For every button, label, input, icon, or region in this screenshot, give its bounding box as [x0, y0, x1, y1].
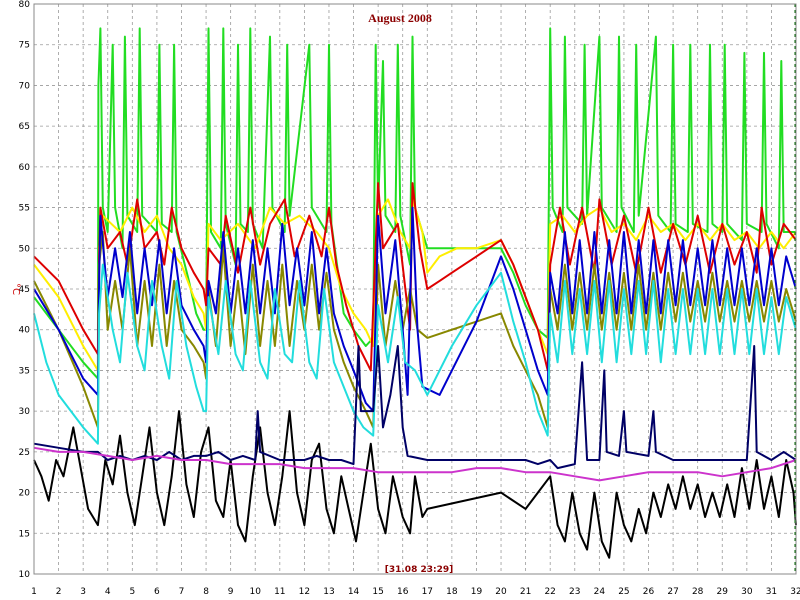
- x-tick-label: 9: [228, 587, 234, 597]
- x-tick-label: 17: [422, 587, 433, 597]
- x-tick-label: 18: [446, 587, 458, 597]
- x-tick-label: 21: [520, 587, 531, 597]
- x-tick-label: 24: [594, 587, 606, 597]
- x-tick-label: 6: [154, 587, 160, 597]
- y-tick-label: 15: [19, 529, 30, 539]
- x-tick-label: 27: [667, 587, 678, 597]
- x-tick-label: 10: [249, 587, 261, 597]
- x-tick-label: 30: [741, 587, 753, 597]
- x-tick-label: 1: [31, 587, 37, 597]
- x-tick-label: 3: [80, 587, 86, 597]
- x-tick-label: 16: [397, 587, 409, 597]
- x-tick-label: 23: [569, 587, 580, 597]
- x-tick-label: 13: [323, 587, 334, 597]
- y-tick-label: 65: [19, 122, 30, 132]
- y-tick-label: 80: [19, 0, 31, 10]
- x-tick-label: 19: [471, 587, 483, 597]
- x-tick-label: 20: [495, 587, 507, 597]
- y-tick-label: 70: [19, 81, 31, 91]
- y-axis-label: °C: [10, 283, 21, 295]
- x-tick-label: 11: [274, 587, 285, 597]
- temperature-chart: 1 2 3 4 5 6 7 8 9 10 11 12 13 14 15 16 17 18 19 20 21 22 23 24 2…: [10, 0, 800, 597]
- x-tick-label: 26: [643, 587, 655, 597]
- x-tick-label: 7: [179, 587, 185, 597]
- x-tick-label: 22: [544, 587, 555, 597]
- x-tick-label: 25: [618, 587, 629, 597]
- y-tick-label: 40: [19, 326, 31, 336]
- y-tick-label: 55: [19, 204, 30, 214]
- x-tick-label: 2: [56, 587, 62, 597]
- x-tick-label: 14: [348, 587, 360, 597]
- y-tick-label: 30: [19, 407, 31, 417]
- chart-root: 1 2 3 4 5 6 7 8 9 10 11 12 13 14 15 16 17 18 19 20 21 22 23 24 2…: [0, 0, 800, 600]
- x-tick-label: 4: [105, 587, 111, 597]
- x-tick-label: 29: [717, 587, 729, 597]
- y-tick-label: 25: [19, 448, 30, 458]
- y-tick-label: 60: [19, 163, 31, 173]
- x-tick-label: 15: [372, 587, 383, 597]
- x-tick-label: 8: [203, 587, 209, 597]
- x-tick-label: 31: [766, 587, 777, 597]
- y-tick-label: 75: [19, 41, 30, 51]
- x-tick-label: 32: [790, 587, 800, 597]
- y-tick-label: 50: [19, 244, 31, 254]
- x-tick-label: 28: [692, 587, 704, 597]
- x-tick-label: 5: [129, 587, 135, 597]
- timestamp-label: [31.08 23:29]: [385, 565, 453, 575]
- y-tick-label: 10: [19, 570, 31, 580]
- chart-title: August 2008: [368, 11, 432, 25]
- x-tick-label: 12: [299, 587, 310, 597]
- y-tick-label: 20: [19, 489, 31, 499]
- y-tick-label: 35: [19, 366, 30, 376]
